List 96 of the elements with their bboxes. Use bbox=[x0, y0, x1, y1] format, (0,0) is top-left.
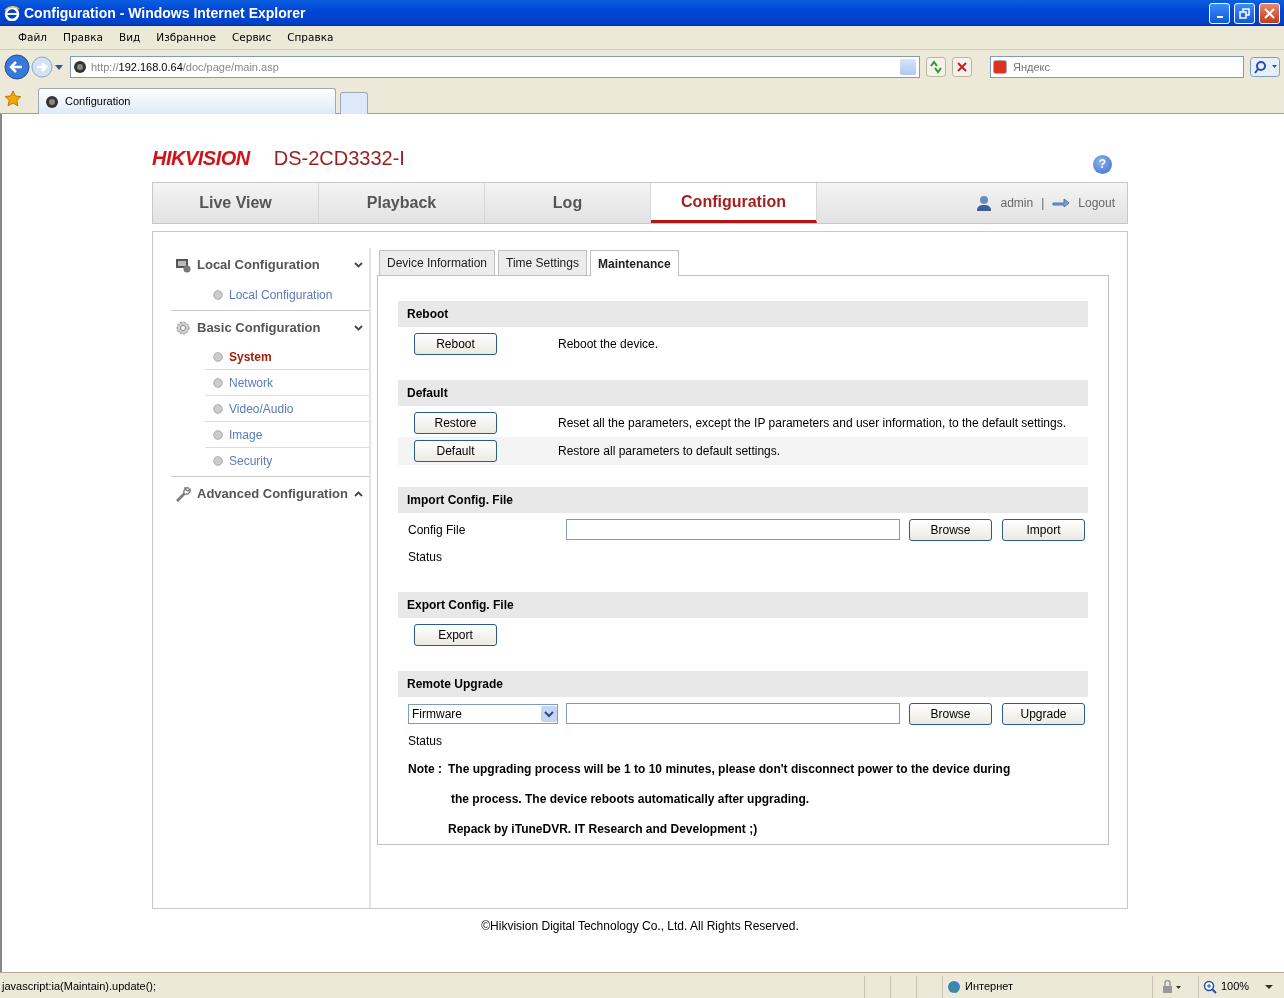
note-text: the process. The device reboots automatically after upgrading. bbox=[451, 791, 811, 808]
tab[interactable]: Time Settings bbox=[498, 250, 587, 275]
sidebar-link[interactable]: Network bbox=[229, 373, 273, 392]
section-header: Reboot bbox=[398, 301, 1088, 327]
logout-link[interactable]: Logout bbox=[1078, 194, 1115, 212]
back-icon[interactable] bbox=[4, 54, 30, 80]
security-zone-text: Интернет bbox=[965, 979, 1013, 995]
bullet-icon bbox=[213, 456, 223, 466]
nav-tab[interactable]: Live View bbox=[153, 183, 319, 223]
action-button[interactable]: Reboot bbox=[414, 333, 497, 355]
bullet-icon bbox=[213, 290, 223, 300]
menu-item[interactable]: Сервис bbox=[231, 29, 272, 46]
description-text: Reboot the device. bbox=[558, 336, 659, 353]
zoom-level[interactable]: 100% bbox=[1221, 978, 1250, 995]
caret-icon bbox=[541, 705, 557, 722]
sidebar-link[interactable]: System bbox=[229, 347, 272, 366]
action-button[interactable]: Export bbox=[414, 624, 497, 646]
sidebar-link[interactable]: Security bbox=[229, 452, 273, 470]
stop-icon[interactable] bbox=[952, 57, 972, 77]
status-text: javascript:ia(Maintain).update(); bbox=[2, 979, 158, 995]
chevron-down-icon[interactable] bbox=[354, 324, 363, 331]
sidebar-link[interactable]: Local Configuration bbox=[229, 286, 333, 304]
url-text: http://192.168.0.64/doc/page/main.asp bbox=[91, 59, 279, 75]
camera-icon bbox=[45, 94, 59, 109]
bullet-icon bbox=[213, 377, 223, 388]
browser-tab[interactable]: Configuration bbox=[38, 88, 336, 114]
logout-arrow-icon bbox=[1052, 197, 1071, 209]
description-text: Restore all parameters to default settings. bbox=[558, 443, 781, 460]
file-button[interactable]: Import bbox=[1002, 518, 1085, 541]
group-icon bbox=[175, 485, 191, 502]
file-path-field[interactable] bbox=[566, 519, 900, 540]
zoom-icon[interactable] bbox=[1203, 979, 1217, 994]
field-label: Status bbox=[408, 733, 443, 748]
file-button[interactable]: Browse bbox=[909, 518, 992, 541]
refresh-icon[interactable] bbox=[926, 57, 946, 77]
group-icon bbox=[175, 257, 191, 273]
action-button[interactable]: Default bbox=[414, 440, 497, 462]
section-header: Import Config. File bbox=[398, 487, 1088, 513]
chevron-up-icon[interactable] bbox=[354, 490, 363, 497]
minimize-icon bbox=[1216, 15, 1223, 18]
globe-icon bbox=[947, 979, 961, 994]
file-type-dropdown[interactable]: Firmware bbox=[408, 703, 558, 724]
menu-item[interactable]: Правка bbox=[63, 29, 103, 46]
file-button[interactable]: Upgrade bbox=[1002, 702, 1085, 725]
model-name: DS-2CD3332-I bbox=[273, 146, 405, 171]
section-header: Default bbox=[398, 380, 1088, 406]
search-provider-icon bbox=[993, 60, 1007, 74]
search-input[interactable]: Яндекс bbox=[1011, 57, 1231, 77]
group-heading[interactable]: Advanced Configuration bbox=[197, 483, 348, 504]
note-text: The upgrading process will be 1 to 10 minutes, please don't disconnect power to the device during bbox=[448, 761, 1011, 778]
file-path-field[interactable] bbox=[566, 703, 900, 724]
menu-item[interactable]: Вид bbox=[119, 29, 141, 46]
copyright-text: ©Hikvision Digital Technology Co., Ltd. All Rights Reserved. bbox=[480, 918, 800, 935]
lock-icon[interactable] bbox=[1161, 979, 1183, 994]
description-text: Reset all the parameters, except the IP parameters and user information, to the default settings. bbox=[558, 415, 1067, 432]
window-title: Configuration - Windows Internet Explorer bbox=[24, 3, 306, 23]
caret-icon[interactable] bbox=[1265, 983, 1274, 990]
group-icon bbox=[175, 319, 191, 336]
menu-item[interactable]: Справка bbox=[287, 29, 334, 46]
tab[interactable]: Device Information bbox=[379, 250, 496, 275]
separator-text: | bbox=[1041, 195, 1045, 212]
sidebar-link[interactable]: Video/Audio bbox=[229, 399, 294, 418]
search-icon[interactable] bbox=[1250, 57, 1280, 77]
note-text: Repack by iTuneDVR. IT Research and Development ;) bbox=[448, 821, 759, 838]
menu-item[interactable]: Файл bbox=[18, 29, 47, 46]
username: admin bbox=[1000, 195, 1034, 212]
field-label: Status bbox=[408, 549, 443, 564]
user-icon bbox=[976, 195, 993, 211]
field-label: Config File bbox=[408, 522, 466, 537]
file-button[interactable]: Browse bbox=[909, 702, 992, 725]
camera-icon bbox=[73, 60, 87, 74]
chevron-down-icon[interactable] bbox=[354, 262, 363, 268]
browser-logo-icon bbox=[4, 5, 20, 21]
restore-button[interactable] bbox=[1234, 2, 1255, 24]
minimize-button[interactable] bbox=[1209, 2, 1230, 24]
brand-logo: HIKVISION bbox=[152, 146, 250, 171]
action-button[interactable]: Restore bbox=[414, 412, 497, 434]
tab[interactable]: Maintenance bbox=[589, 250, 679, 276]
group-heading[interactable]: Basic Configuration bbox=[197, 317, 321, 338]
note-label: Note : bbox=[408, 761, 442, 778]
section-header: Remote Upgrade bbox=[398, 671, 1088, 697]
address-field[interactable]: http://192.168.0.64/doc/page/main.asp bbox=[70, 56, 920, 78]
nav-tab[interactable]: Configuration bbox=[651, 183, 817, 223]
close-icon bbox=[1264, 7, 1275, 19]
bullet-icon bbox=[213, 351, 223, 362]
section-header: Export Config. File bbox=[398, 592, 1088, 618]
menu-item[interactable]: Избранное bbox=[156, 29, 216, 46]
restore-icon bbox=[1239, 7, 1250, 19]
close-button[interactable] bbox=[1259, 2, 1280, 24]
search-field[interactable]: Яндекс bbox=[990, 56, 1244, 78]
sidebar-link[interactable]: Image bbox=[229, 425, 263, 444]
bullet-icon bbox=[213, 403, 223, 414]
bullet-icon bbox=[213, 429, 223, 440]
group-heading[interactable]: Local Configuration bbox=[197, 255, 320, 275]
nav-tab[interactable]: Playback bbox=[319, 183, 485, 223]
favorites-star-icon[interactable] bbox=[4, 90, 22, 108]
